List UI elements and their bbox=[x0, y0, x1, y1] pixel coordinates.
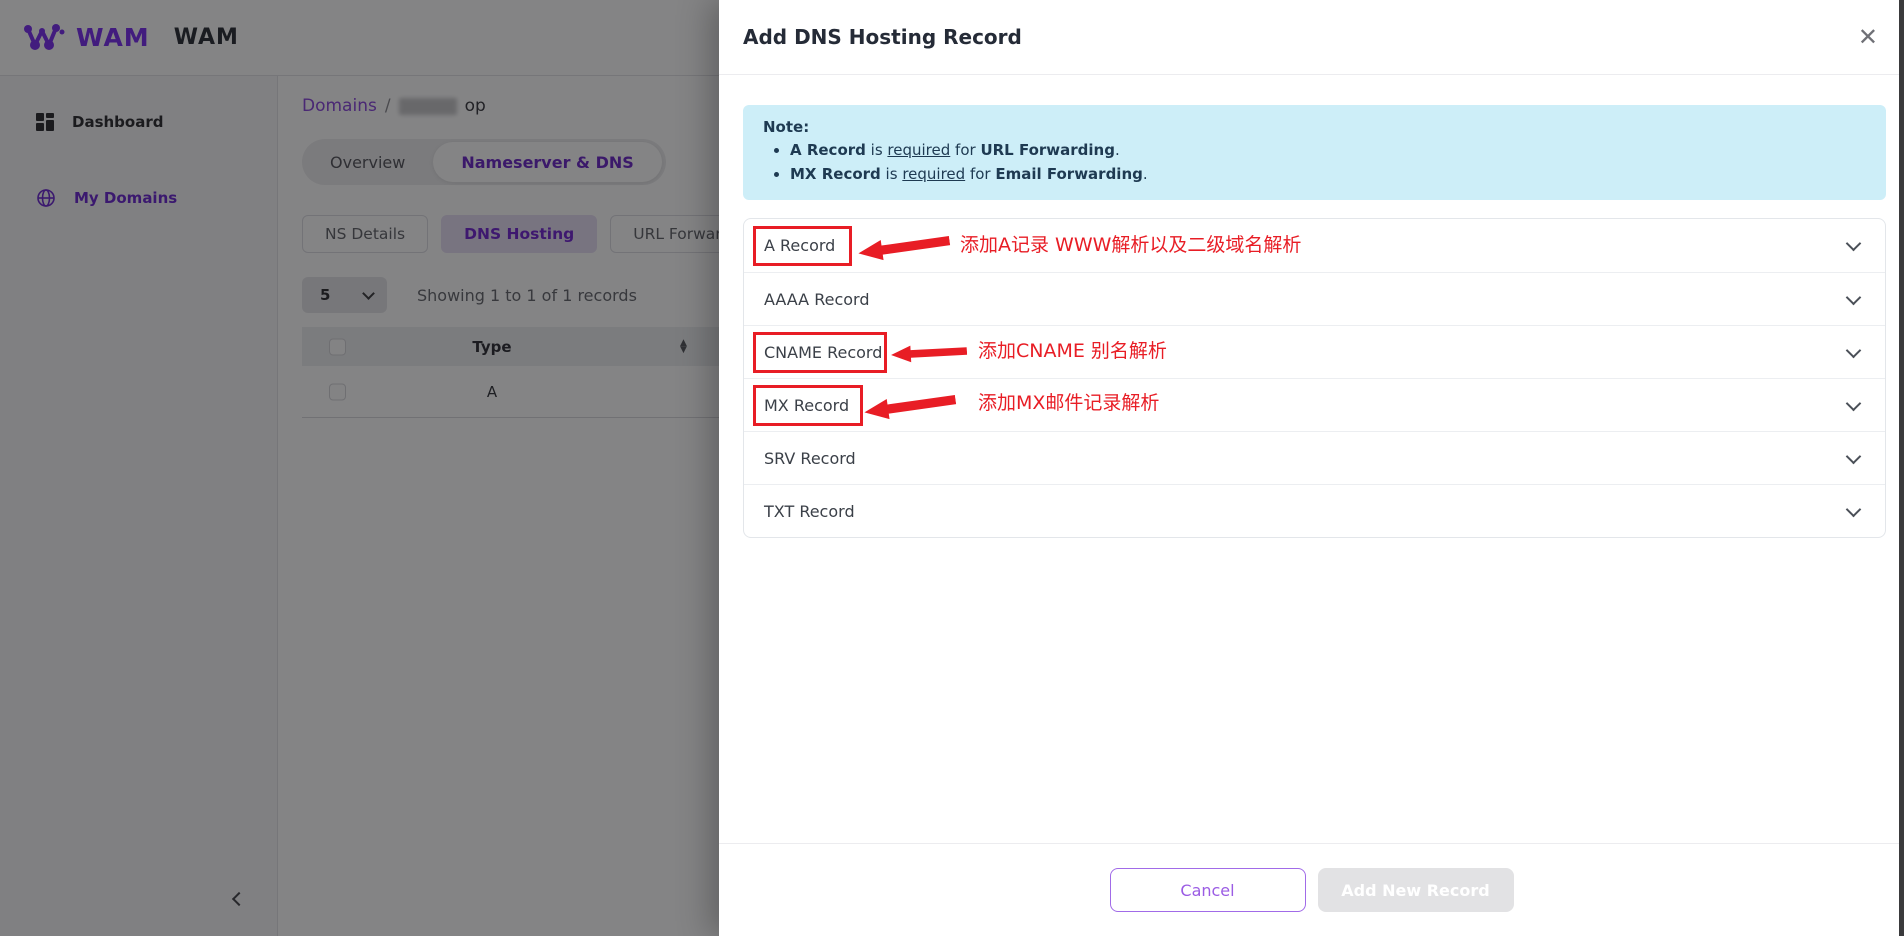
annotation-text-cname-record: 添加CNAME 别名解析 bbox=[978, 338, 1167, 364]
record-label: SRV Record bbox=[764, 449, 856, 468]
chevron-down-icon bbox=[1846, 289, 1862, 305]
record-accordion: A Record AAAA Record CNAME Record MX Rec… bbox=[743, 218, 1886, 538]
record-label: TXT Record bbox=[764, 502, 855, 521]
annotation-highlight-box-cname-record bbox=[753, 332, 887, 373]
note-item-a-record: A Record is required for URL Forwarding. bbox=[790, 140, 1866, 161]
annotation-text-a-record: 添加A记录 WWW解析以及二级域名解析 bbox=[960, 232, 1301, 258]
screen: WAM WAM Dashboard My Domains bbox=[0, 0, 1904, 936]
accordion-row-srv-record[interactable]: SRV Record bbox=[744, 431, 1885, 484]
note-heading: Note: bbox=[763, 118, 1866, 136]
modal-header: Add DNS Hosting Record ✕ bbox=[719, 0, 1904, 75]
modal-title: Add DNS Hosting Record bbox=[743, 25, 1022, 49]
chevron-down-icon bbox=[1846, 395, 1862, 411]
add-new-record-button[interactable]: Add New Record bbox=[1318, 868, 1514, 912]
accordion-row-aaaa-record[interactable]: AAAA Record bbox=[744, 272, 1885, 325]
add-dns-record-modal: Add DNS Hosting Record ✕ Note: A Record … bbox=[719, 0, 1904, 936]
annotation-highlight-box-mx-record bbox=[753, 385, 863, 426]
accordion-row-txt-record[interactable]: TXT Record bbox=[744, 484, 1885, 537]
note-box: Note: A Record is required for URL Forwa… bbox=[743, 105, 1886, 200]
modal-footer: Cancel Add New Record bbox=[719, 843, 1904, 936]
note-item-mx-record: MX Record is required for Email Forwardi… bbox=[790, 164, 1866, 185]
chevron-down-icon bbox=[1846, 448, 1862, 464]
window-edge-strip bbox=[1899, 0, 1904, 936]
chevron-down-icon bbox=[1846, 501, 1862, 517]
annotation-arrow-cname-record bbox=[890, 340, 967, 366]
chevron-down-icon bbox=[1846, 342, 1862, 358]
cancel-button[interactable]: Cancel bbox=[1110, 868, 1306, 912]
annotation-highlight-box-a-record bbox=[753, 226, 852, 266]
annotation-text-mx-record: 添加MX邮件记录解析 bbox=[978, 390, 1159, 416]
chevron-down-icon bbox=[1846, 236, 1862, 252]
close-icon[interactable]: ✕ bbox=[1858, 25, 1878, 49]
record-label: AAAA Record bbox=[764, 290, 869, 309]
note-list: A Record is required for URL Forwarding.… bbox=[763, 140, 1866, 185]
